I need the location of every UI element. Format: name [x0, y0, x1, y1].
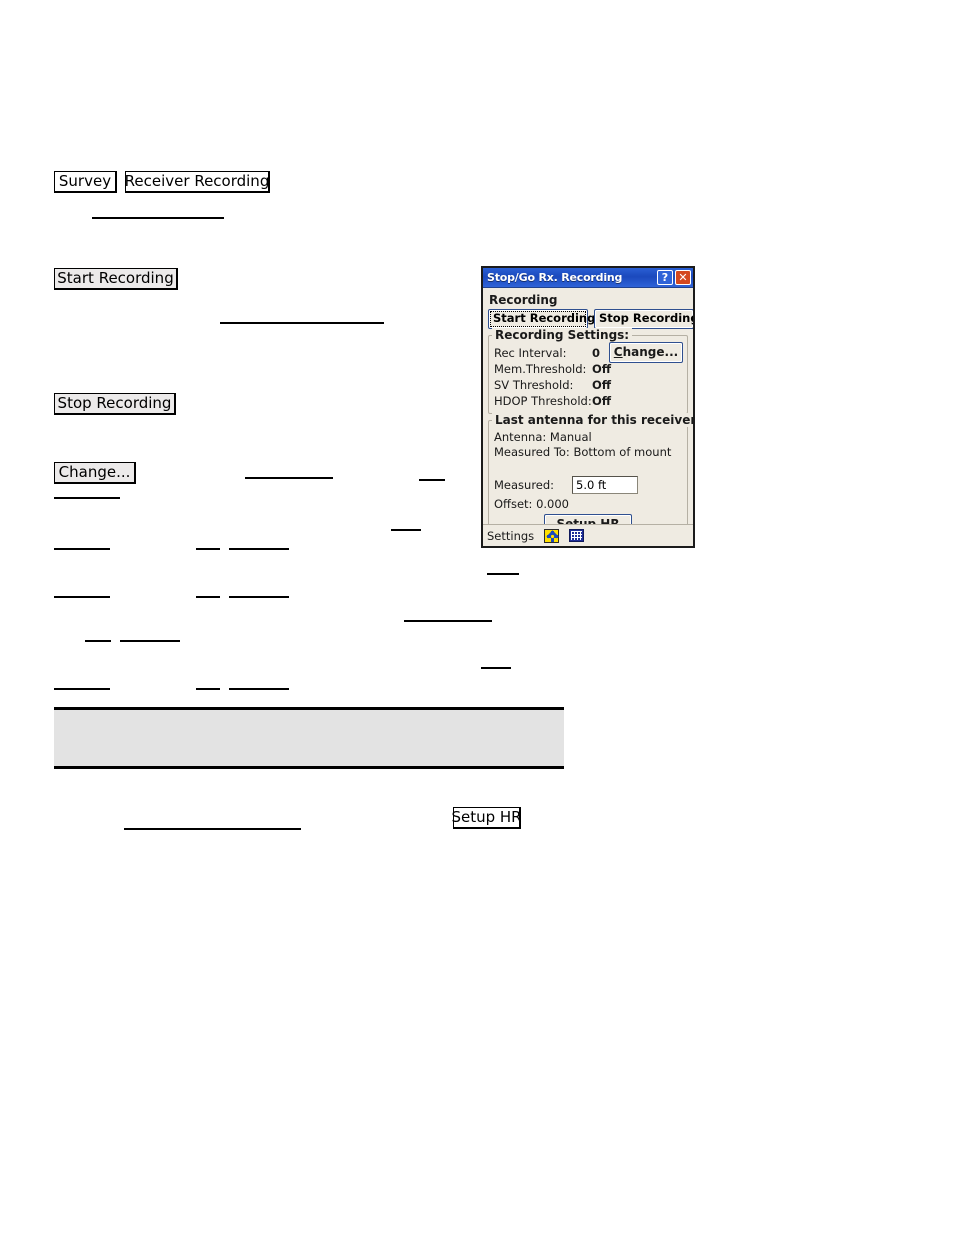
recording-setting-key: SV Threshold:: [494, 377, 574, 392]
offset-line: Offset: 0.000: [494, 496, 570, 511]
recording-setting-row: Mem.Threshold: Off: [494, 361, 682, 377]
doc-button-reference: Stop Recording: [54, 393, 176, 415]
last-antenna-group: Last antenna for this receiver: Antenna:…: [488, 412, 693, 540]
close-icon[interactable]: ✕: [675, 270, 691, 285]
recording-settings-group: Recording Settings: Change... Rec Interv…: [488, 327, 688, 414]
measured-label: Measured:: [494, 477, 555, 492]
redaction-line: [404, 620, 492, 622]
stop-recording-button[interactable]: Stop Recording: [594, 309, 693, 329]
redaction-line: [54, 497, 120, 499]
start-recording-button[interactable]: Start Recording: [488, 309, 595, 329]
redaction-line: [229, 548, 289, 550]
redaction-line: [196, 596, 220, 598]
redaction-line: [220, 322, 384, 324]
measured-input[interactable]: 5.0 ft: [572, 475, 638, 494]
redaction-line: [419, 479, 445, 481]
redaction-line: [196, 548, 220, 550]
recording-setting-value: Off: [592, 393, 612, 408]
help-icon[interactable]: ?: [657, 270, 673, 285]
stop-go-rx-recording-dialog: Stop/Go Rx. Recording ? ✕ Recording Star…: [481, 266, 695, 548]
recording-setting-key: HDOP Threshold:: [494, 393, 592, 408]
doc-button-reference: Setup HR: [451, 807, 522, 829]
recording-setting-value: Off: [592, 377, 612, 392]
recording-setting-value: 0: [592, 345, 601, 360]
keyboard-icon[interactable]: [569, 529, 585, 542]
recording-setting-key: Rec Interval:: [494, 345, 567, 360]
change-button[interactable]: Change...: [609, 341, 683, 363]
doc-button-reference: Start Recording: [54, 268, 178, 290]
doc-button-reference: Receiver Recording: [125, 171, 270, 193]
redaction-line: [245, 477, 333, 479]
note-callout-box: [54, 707, 564, 769]
settings-label: Settings: [487, 528, 535, 543]
change-button-mnemonic: C: [613, 344, 623, 359]
recording-setting-row: SV Threshold: Off: [494, 377, 682, 393]
last-antenna-legend: Last antenna for this receiver:: [492, 412, 693, 427]
redaction-line: [481, 667, 511, 669]
recording-setting-key: Mem.Threshold:: [494, 361, 587, 376]
document-page: Survey Receiver Recording Start Recording S…: [0, 0, 954, 1235]
dialog-title: Stop/Go Rx. Recording: [487, 271, 623, 284]
recording-setting-row: HDOP Threshold: Off: [494, 393, 682, 409]
redaction-line: [391, 529, 421, 531]
recording-setting-value: Off: [592, 361, 612, 376]
dialog-body: Recording Start Recording Stop Recording…: [483, 288, 693, 540]
redaction-line: [54, 548, 110, 550]
recording-settings-legend: Recording Settings:: [492, 327, 633, 342]
antenna-value-line: Antenna: Manual: [494, 429, 592, 444]
redaction-line: [229, 596, 289, 598]
measured-to-line: Measured To: Bottom of mount: [494, 444, 672, 459]
redaction-line: [229, 688, 289, 690]
doc-button-reference: Survey: [54, 171, 117, 193]
redaction-line: [54, 688, 110, 690]
redaction-line: [120, 640, 180, 642]
recording-section-label: Recording: [489, 293, 558, 307]
redaction-line: [85, 640, 111, 642]
doc-button-reference: Change...: [54, 462, 136, 484]
redaction-line: [92, 217, 224, 219]
dialog-taskbar: Settings: [483, 524, 693, 546]
recording-button-row: Start Recording Stop Recording: [488, 309, 693, 329]
measured-row: Measured: 5.0 ft: [494, 475, 682, 494]
keyboard-icon-grid: [571, 531, 583, 540]
dialog-title-bar: Stop/Go Rx. Recording ? ✕: [483, 268, 693, 288]
change-button-label: hange...: [622, 344, 679, 359]
redaction-line: [487, 573, 519, 575]
redaction-line: [196, 688, 220, 690]
sip-star-icon[interactable]: [544, 528, 560, 543]
redaction-line: [124, 828, 301, 830]
redaction-line: [54, 596, 110, 598]
